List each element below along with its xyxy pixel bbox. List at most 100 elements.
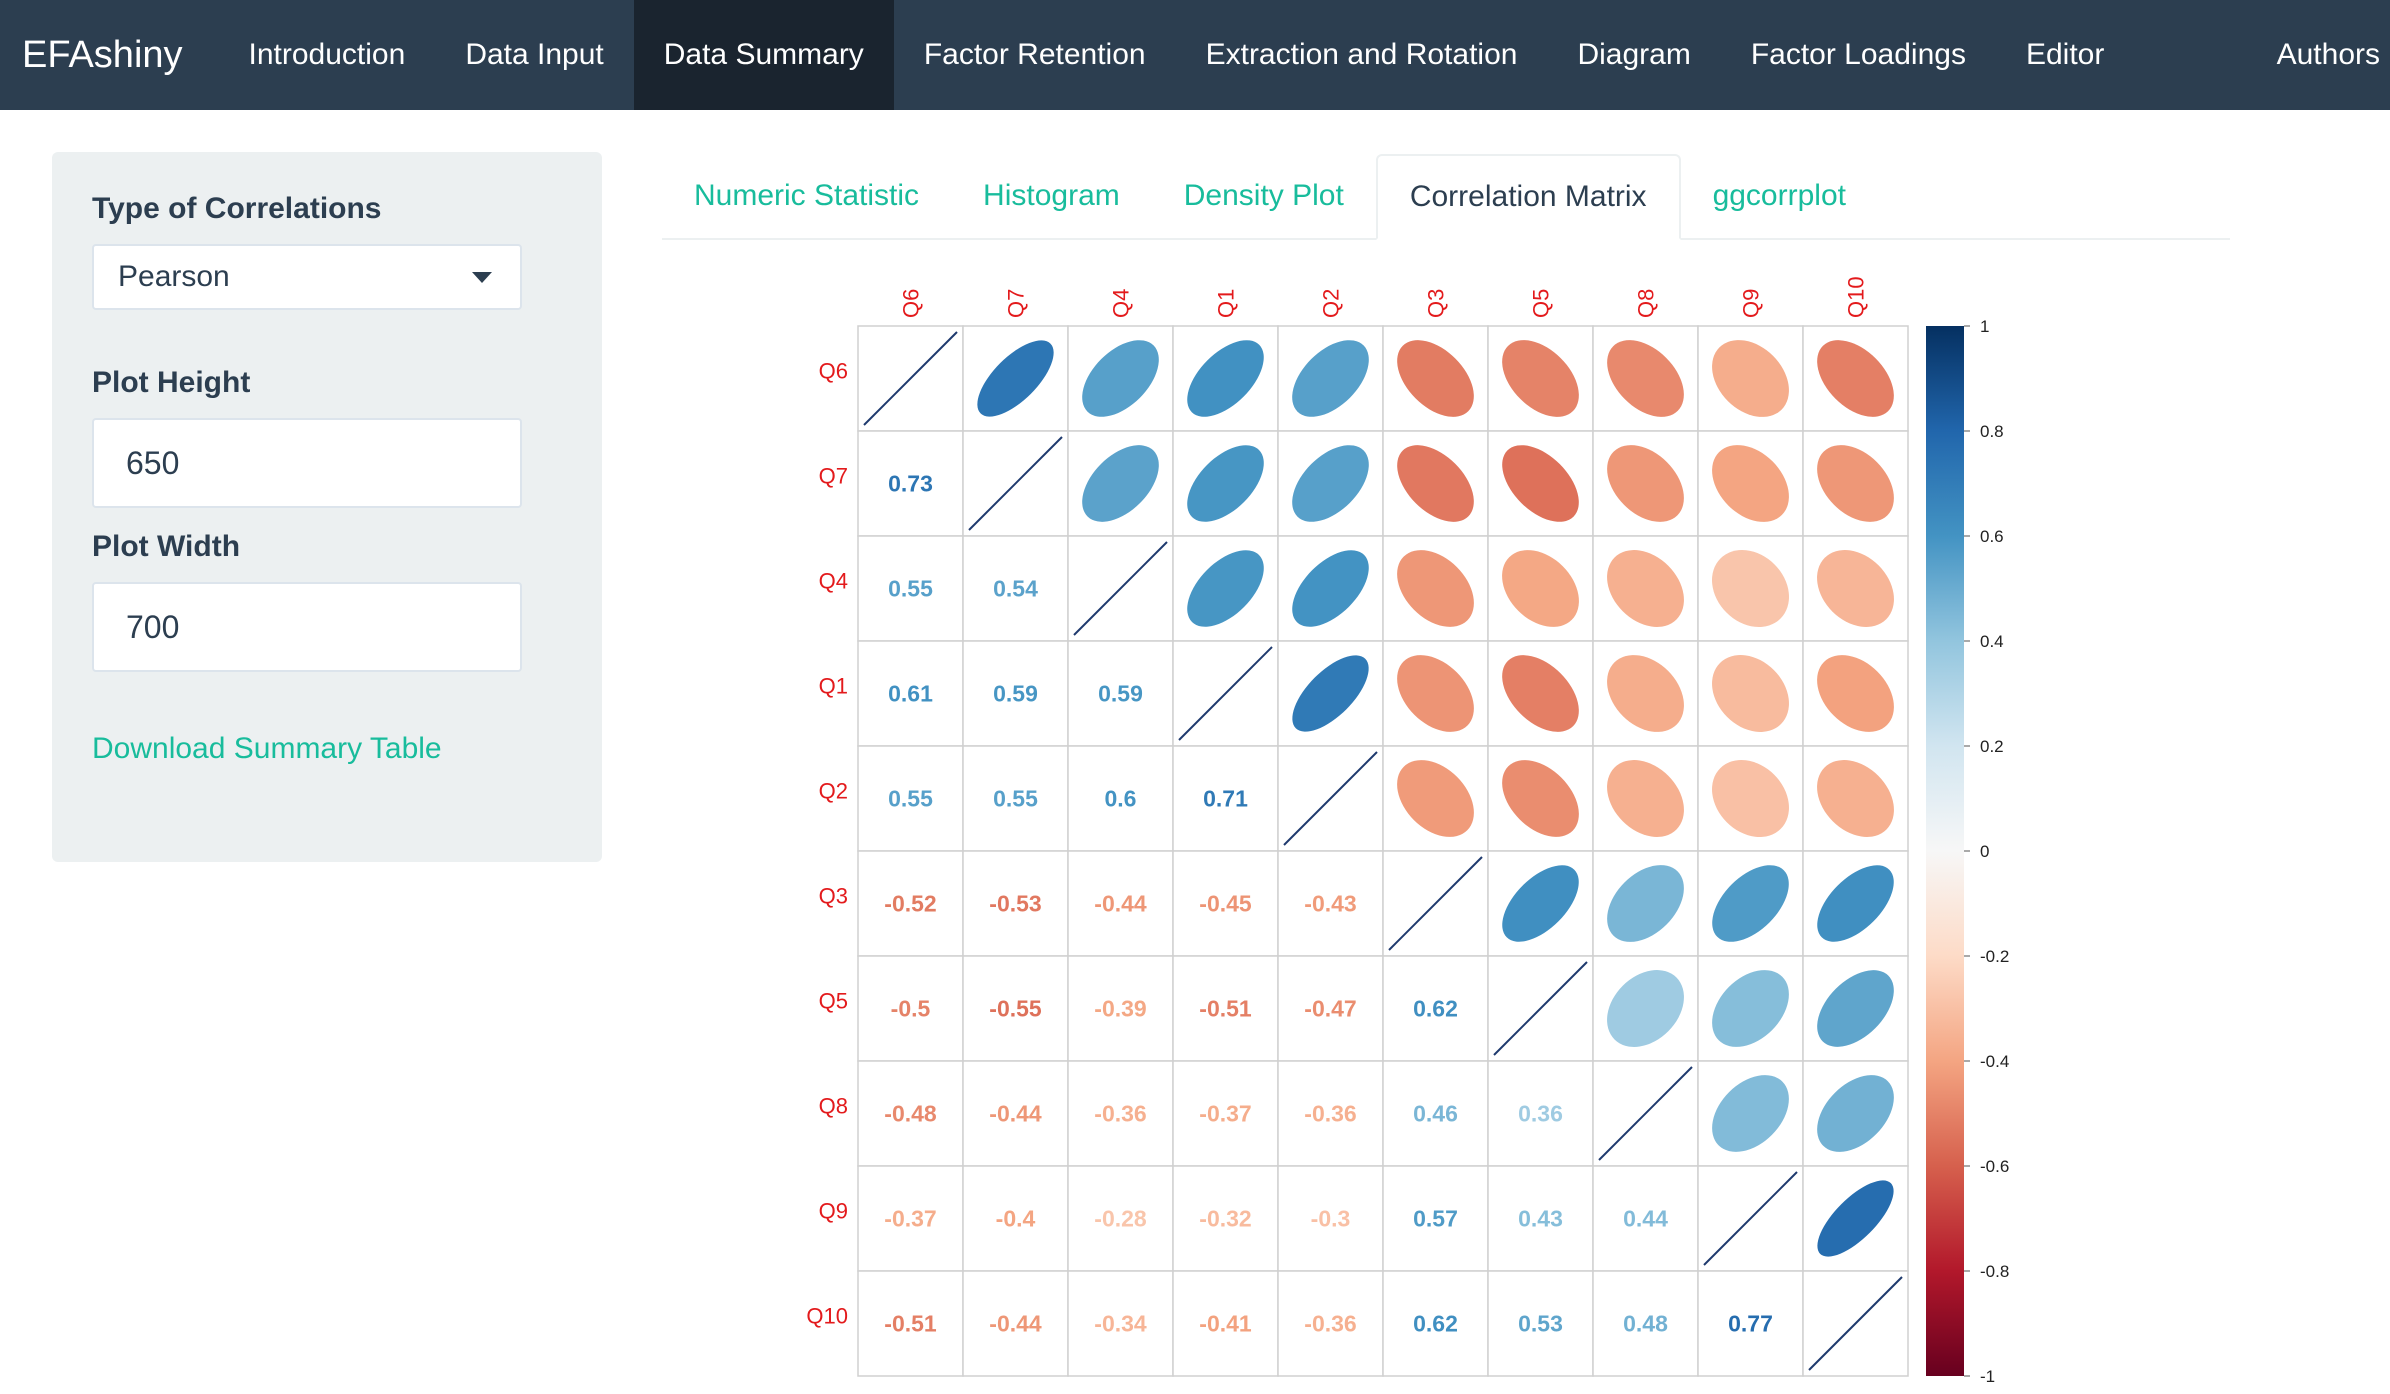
correlation-value: 0.73 bbox=[888, 471, 933, 497]
correlation-value: 0.48 bbox=[1623, 1311, 1668, 1337]
correlation-value: -0.43 bbox=[1304, 891, 1356, 917]
type-of-correlations-label: Type of Correlations bbox=[92, 192, 382, 225]
colorbar-tick-label: 0 bbox=[1980, 842, 1989, 861]
correlation-value: -0.45 bbox=[1199, 891, 1252, 917]
correlation-value: -0.53 bbox=[989, 891, 1041, 917]
color-bar bbox=[1926, 326, 1964, 1376]
correlation-value: -0.48 bbox=[884, 1101, 937, 1127]
column-label: Q4 bbox=[1109, 289, 1134, 318]
correlation-value: 0.59 bbox=[993, 681, 1038, 707]
plot-width-label: Plot Width bbox=[92, 530, 241, 563]
colorbar-tick-label: 0.6 bbox=[1980, 527, 2004, 546]
row-label: Q6 bbox=[819, 359, 848, 384]
column-label: Q6 bbox=[899, 289, 924, 318]
download-summary-table-link[interactable]: Download Summary Table bbox=[92, 732, 442, 765]
nav-factor-retention[interactable]: Factor Retention bbox=[894, 0, 1176, 110]
tab-histogram[interactable]: Histogram bbox=[951, 154, 1152, 238]
correlation-value: 0.43 bbox=[1518, 1206, 1563, 1232]
column-label: Q1 bbox=[1214, 289, 1239, 318]
correlation-value: -0.39 bbox=[1094, 996, 1146, 1022]
nav-extraction-rotation[interactable]: Extraction and Rotation bbox=[1176, 0, 1548, 110]
tab-ggcorrplot[interactable]: ggcorrplot bbox=[1681, 154, 1878, 238]
colorbar-tick-label: -0.6 bbox=[1980, 1157, 2009, 1176]
correlation-value: -0.5 bbox=[891, 996, 931, 1022]
plot-height-label: Plot Height bbox=[92, 366, 251, 399]
plot-width-input[interactable]: 700 bbox=[92, 582, 522, 672]
nav-data-input[interactable]: Data Input bbox=[435, 0, 633, 110]
correlation-value: -0.47 bbox=[1304, 996, 1356, 1022]
row-label: Q5 bbox=[819, 989, 848, 1014]
colorbar-tick-label: 0.2 bbox=[1980, 737, 2004, 756]
correlation-value: -0.51 bbox=[884, 1311, 937, 1337]
correlation-matrix-plot: 0.730.55 0.540.61 0.59 0.590.55 0.55 0.6 0.71-… bbox=[806, 276, 2009, 1386]
correlation-value: 0.53 bbox=[1518, 1311, 1563, 1337]
correlation-value: 0.36 bbox=[1518, 1101, 1563, 1127]
correlation-value: 0.44 bbox=[1623, 1206, 1668, 1232]
colorbar-tick-label: -0.4 bbox=[1980, 1052, 2009, 1071]
column-label: Q7 bbox=[1004, 289, 1029, 318]
row-label: Q8 bbox=[819, 1094, 848, 1119]
correlation-value: 0.55 bbox=[993, 786, 1038, 812]
column-label: Q5 bbox=[1529, 289, 1554, 318]
correlation-value: 0.55 bbox=[888, 786, 933, 812]
correlation-value: -0.44 bbox=[989, 1101, 1042, 1127]
nav-data-summary[interactable]: Data Summary bbox=[633, 0, 894, 110]
row-label: Q1 bbox=[819, 674, 848, 699]
row-label: Q3 bbox=[819, 884, 848, 909]
correlation-value: -0.44 bbox=[989, 1311, 1042, 1337]
correlation-value: -0.3 bbox=[1311, 1206, 1351, 1232]
summary-tabs: Numeric Statistic Histogram Density Plot… bbox=[662, 152, 2230, 240]
row-label: Q2 bbox=[819, 779, 848, 804]
correlation-value: -0.55 bbox=[989, 996, 1042, 1022]
nav-factor-loadings[interactable]: Factor Loadings bbox=[1721, 0, 1996, 110]
correlation-value: 0.55 bbox=[888, 576, 933, 602]
correlation-value: -0.52 bbox=[884, 891, 936, 917]
row-label: Q10 bbox=[806, 1304, 848, 1329]
nav-introduction[interactable]: Introduction bbox=[219, 0, 436, 110]
correlation-value: -0.36 bbox=[1304, 1101, 1356, 1127]
column-label: Q3 bbox=[1424, 289, 1449, 318]
correlation-value: -0.51 bbox=[1199, 996, 1252, 1022]
colorbar-tick-label: -0.8 bbox=[1980, 1262, 2009, 1281]
column-label: Q2 bbox=[1319, 289, 1344, 318]
nav-editor[interactable]: Editor bbox=[1996, 0, 2134, 110]
correlation-type-select[interactable]: Pearson bbox=[92, 244, 522, 310]
caret-down-icon bbox=[472, 271, 492, 283]
tab-numeric-statistic[interactable]: Numeric Statistic bbox=[662, 154, 951, 238]
correlation-value: 0.46 bbox=[1413, 1101, 1458, 1127]
correlation-value: -0.41 bbox=[1199, 1311, 1252, 1337]
plot-height-input[interactable]: 650 bbox=[92, 418, 522, 508]
correlation-value: 0.6 bbox=[1105, 786, 1137, 812]
correlation-value: 0.54 bbox=[993, 576, 1038, 602]
correlation-value: 0.57 bbox=[1413, 1206, 1458, 1232]
correlation-value: 0.59 bbox=[1098, 681, 1143, 707]
row-label: Q9 bbox=[819, 1199, 848, 1224]
correlation-value: -0.36 bbox=[1304, 1311, 1356, 1337]
sidebar-panel: Type of Correlations Pearson Plot Height… bbox=[52, 152, 602, 862]
colorbar-tick-label: 0.4 bbox=[1980, 632, 2004, 651]
colorbar-tick-label: 0.8 bbox=[1980, 422, 2004, 441]
app-brand[interactable]: EFAshiny bbox=[0, 0, 205, 110]
column-label: Q10 bbox=[1844, 276, 1869, 318]
correlation-value: -0.34 bbox=[1094, 1311, 1147, 1337]
correlation-type-value: Pearson bbox=[118, 260, 230, 293]
correlation-value: -0.37 bbox=[1199, 1101, 1251, 1127]
correlation-value: -0.32 bbox=[1199, 1206, 1251, 1232]
colorbar-tick-label: -1 bbox=[1980, 1367, 1995, 1386]
row-label: Q4 bbox=[819, 569, 848, 594]
correlation-value: 0.62 bbox=[1413, 996, 1458, 1022]
correlation-value: -0.4 bbox=[996, 1206, 1036, 1232]
correlation-value: -0.36 bbox=[1094, 1101, 1146, 1127]
colorbar-tick-label: 1 bbox=[1980, 317, 1989, 336]
correlation-value: 0.61 bbox=[888, 681, 933, 707]
colorbar-tick-label: -0.2 bbox=[1980, 947, 2009, 966]
correlation-value: -0.44 bbox=[1094, 891, 1147, 917]
nav-diagram[interactable]: Diagram bbox=[1547, 0, 1720, 110]
correlation-value: -0.28 bbox=[1094, 1206, 1147, 1232]
correlation-value: 0.62 bbox=[1413, 1311, 1458, 1337]
tab-density-plot[interactable]: Density Plot bbox=[1152, 154, 1376, 238]
tab-correlation-matrix[interactable]: Correlation Matrix bbox=[1375, 154, 1681, 240]
correlation-value: -0.37 bbox=[884, 1206, 936, 1232]
navbar: EFAshiny Introduction Data Input Data Su… bbox=[0, 0, 2390, 110]
nav-authors[interactable]: Authors bbox=[2247, 0, 2390, 110]
